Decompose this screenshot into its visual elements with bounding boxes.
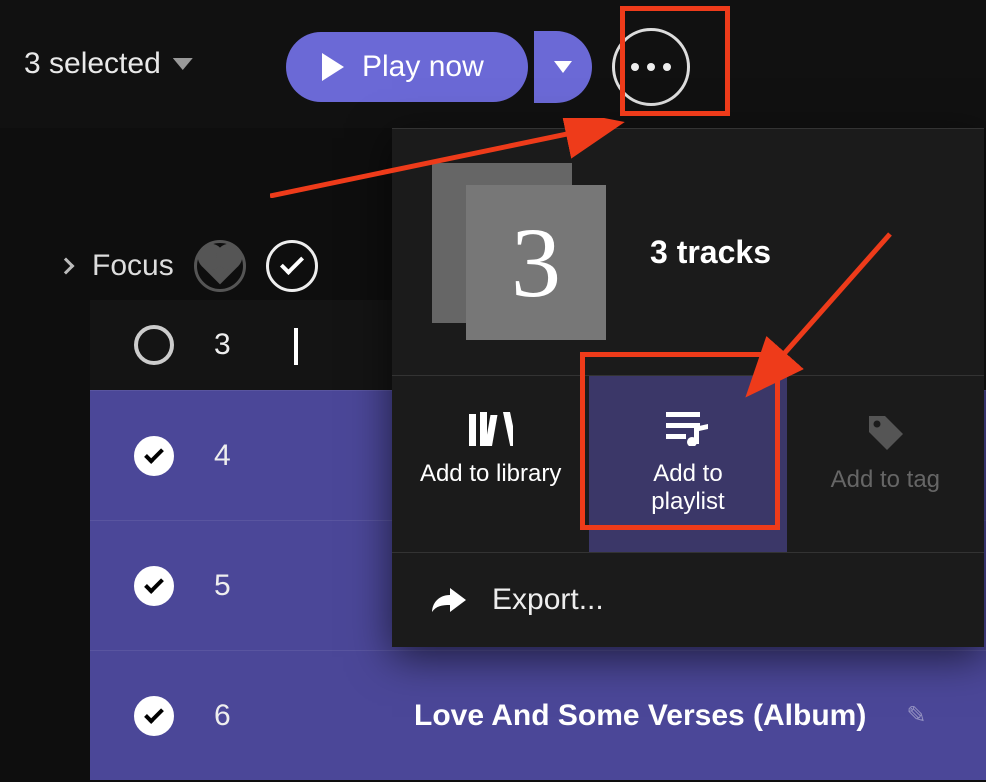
chevron-right-icon	[58, 258, 75, 275]
track-number: 6	[214, 699, 244, 733]
ellipsis-icon	[647, 63, 655, 71]
more-actions-button[interactable]	[612, 28, 690, 106]
chevron-down-icon	[554, 61, 572, 73]
add-to-tag-button[interactable]: Add to tag	[787, 376, 984, 552]
focus-filter[interactable]: Focus	[92, 249, 174, 283]
track-checkbox[interactable]	[134, 696, 174, 736]
heart-icon	[201, 248, 238, 285]
edit-icon[interactable]: ✎	[906, 701, 926, 730]
export-label: Export...	[492, 583, 604, 617]
play-button-group: Play now	[286, 28, 690, 106]
ellipsis-icon	[663, 63, 671, 71]
context-menu-panel: 3 3 tracks Add to library Add to playlis…	[392, 128, 984, 647]
album-art-number: 3	[466, 185, 606, 340]
track-number: 3	[214, 328, 244, 362]
play-options-dropdown[interactable]	[534, 31, 592, 103]
filter-row: Focus	[60, 240, 318, 292]
ellipsis-icon	[631, 63, 639, 71]
track-number: 4	[214, 439, 244, 473]
library-icon	[469, 412, 513, 446]
track-checkbox[interactable]	[134, 436, 174, 476]
chevron-down-icon	[173, 58, 193, 70]
favorite-filter[interactable]	[194, 240, 246, 292]
selected-count-label: 3 selected	[24, 47, 161, 81]
panel-action-row: Add to library Add to playlist Add to ta…	[392, 376, 984, 553]
panel-header: 3 3 tracks	[392, 129, 984, 376]
add-to-playlist-label: Add to playlist	[628, 460, 748, 516]
add-to-library-label: Add to library	[420, 460, 561, 488]
track-row[interactable]: 6 Love And Some Verses (Album) ✎	[90, 650, 986, 780]
check-icon	[280, 251, 304, 275]
add-to-library-button[interactable]: Add to library	[392, 376, 589, 552]
add-to-playlist-button[interactable]: Add to playlist	[589, 376, 786, 552]
playlist-icon	[666, 412, 710, 446]
play-now-label: Play now	[362, 50, 484, 84]
selected-count-dropdown[interactable]: 3 selected	[24, 47, 193, 81]
check-icon	[294, 328, 298, 365]
selection-toolbar: 3 selected Play now	[0, 0, 986, 128]
add-to-tag-label: Add to tag	[831, 466, 940, 494]
play-icon	[322, 53, 344, 81]
track-number: 5	[214, 569, 244, 603]
tag-icon	[865, 412, 905, 452]
track-checkbox[interactable]	[134, 566, 174, 606]
panel-title: 3 tracks	[650, 234, 771, 271]
track-checkbox[interactable]	[134, 325, 174, 365]
share-icon	[432, 586, 466, 614]
album-art-stack: 3	[432, 163, 610, 341]
export-button[interactable]: Export...	[392, 553, 984, 647]
track-title: Love And Some Verses (Album)	[414, 699, 866, 733]
play-now-button[interactable]: Play now	[286, 32, 528, 102]
checked-filter[interactable]	[266, 240, 318, 292]
